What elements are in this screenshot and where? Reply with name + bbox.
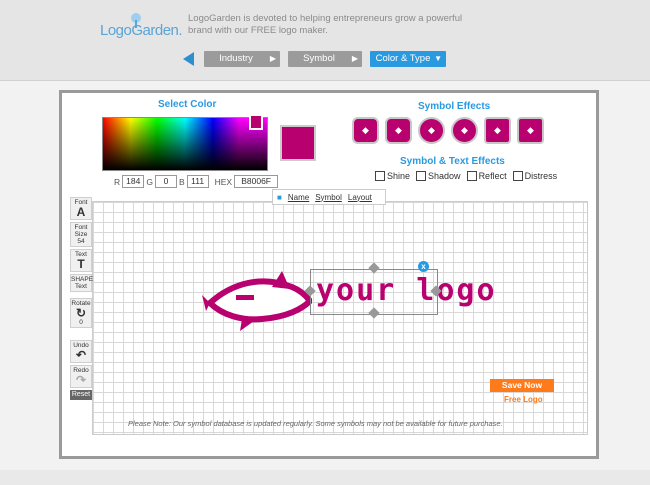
effect-distress-checkbox[interactable]: Distress [512, 171, 558, 181]
effect-badge-button[interactable]: ◆ [385, 117, 412, 144]
color-swatch [280, 125, 316, 161]
tagline: LogoGarden is devoted to helping entrepr… [188, 13, 463, 36]
hex-input[interactable]: B8006F [234, 175, 279, 188]
checkbox-icon [512, 171, 523, 181]
effect-circle-button[interactable]: ◆ [418, 117, 445, 144]
checkbox-icon [375, 171, 385, 181]
tool-label: Font Size [74, 224, 88, 238]
effect-star-button[interactable]: ◆ [484, 117, 511, 144]
option-label: Distress [524, 171, 558, 181]
undo-icon: ↶ [75, 348, 87, 362]
g-input[interactable]: 0 [154, 175, 177, 188]
effect-seal-button[interactable]: ◆ [451, 117, 478, 144]
save-now-button[interactable]: Save Now [490, 379, 554, 392]
canvas-tabs: ■ Name Symbol Layout [272, 189, 386, 205]
step-symbol[interactable]: Symbol ▶ [288, 51, 362, 67]
undo-tool[interactable]: Undo ↶ [70, 340, 92, 363]
text-tool[interactable]: Text T [70, 249, 92, 272]
step-label: Color & Type [375, 53, 431, 64]
symbol-note: Please Note: Our symbol database is upda… [128, 419, 503, 428]
b-label: B [178, 176, 185, 187]
r-label: R [114, 176, 121, 187]
effect-reflect-checkbox[interactable]: Reflect [466, 171, 507, 181]
fish-icon: ◆ [362, 125, 369, 135]
logogarden-logo[interactable]: LogoGarden. [100, 12, 183, 40]
text-box-icon: T [77, 257, 85, 271]
fish-icon: ◆ [494, 125, 501, 135]
step-label: Symbol [303, 53, 335, 64]
tab-layout[interactable]: Layout [348, 193, 372, 202]
tool-label: SHAPE Text [71, 276, 94, 290]
rotate-value[interactable]: 0 [71, 319, 91, 326]
close-icon[interactable]: x [418, 261, 429, 272]
effect-shield-button[interactable]: ◆ [352, 117, 379, 144]
rotate-tool[interactable]: Rotate ↻ 0 [70, 298, 92, 328]
tab-name[interactable]: Name [288, 193, 309, 202]
font-size-tool[interactable]: Font Size 54 [70, 222, 92, 247]
reset-button[interactable]: Reset [70, 390, 92, 400]
effect-shine-checkbox[interactable]: Shine [375, 171, 410, 181]
chevron-down-icon: ▼ [434, 54, 442, 63]
font-size-value: 54 [77, 238, 85, 245]
rotate-icon: ↻ [75, 306, 87, 320]
step-color-type[interactable]: Color & Type ▼ [370, 51, 446, 67]
font-tool[interactable]: Font A [70, 197, 92, 220]
logo-text: LogoGarden. [100, 22, 183, 39]
tab-symbol[interactable]: Symbol [315, 193, 342, 202]
fish-symbol[interactable] [202, 265, 312, 335]
b-input[interactable]: 111 [186, 175, 209, 188]
option-label: Shadow [428, 171, 461, 181]
hex-label: HEX [214, 176, 233, 187]
redo-icon: ↷ [75, 373, 87, 387]
option-label: Reflect [478, 171, 507, 181]
step-industry[interactable]: Industry ▶ [204, 51, 280, 67]
symbol-effects-list: ◆ ◆ ◆ ◆ ◆ ◆ [352, 117, 544, 144]
back-arrow-icon[interactable] [183, 52, 194, 66]
g-label: G [146, 176, 153, 187]
color-values: R 184 G 0 B 111 HEX B8006F [114, 175, 279, 188]
fish-icon: ◆ [461, 125, 468, 135]
top-bar: LogoGarden. LogoGarden is devoted to hel… [0, 0, 650, 81]
text-effects-options: Shine Shadow Reflect Distress [375, 171, 557, 181]
select-color-title: Select Color [158, 99, 217, 110]
font-icon: A [76, 205, 86, 219]
footer [0, 470, 650, 485]
fish-icon: ◆ [395, 125, 402, 135]
effect-shadow-checkbox[interactable]: Shadow [416, 171, 461, 181]
checkbox-icon [466, 171, 477, 181]
shape-text-tool[interactable]: SHAPE Text [70, 274, 94, 292]
editor-frame: Select Color R 184 G 0 B 111 HEX B8006F … [59, 90, 599, 459]
r-input[interactable]: 184 [122, 175, 145, 188]
step-label: Industry [219, 53, 253, 64]
chevron-right-icon: ▶ [269, 54, 276, 63]
color-picker-handle[interactable] [249, 114, 263, 130]
fish-icon: ◆ [527, 125, 534, 135]
camera-icon: ■ [277, 192, 282, 202]
effect-square-button[interactable]: ◆ [517, 117, 544, 144]
logo-text[interactable]: your logo [316, 273, 497, 308]
symbol-effects-title: Symbol Effects [418, 101, 491, 112]
text-effects-title: Symbol & Text Effects [400, 156, 505, 167]
option-label: Shine [387, 171, 411, 181]
chevron-right-icon: ▶ [351, 54, 358, 63]
color-picker[interactable] [102, 114, 268, 171]
fish-icon: ◆ [428, 125, 435, 135]
free-logo-link[interactable]: Free Logo [504, 395, 543, 404]
redo-tool[interactable]: Redo ↷ [70, 365, 92, 388]
tool-panel: Font A Font Size 54 Text T SHAPE Text Rotat… [70, 197, 94, 400]
checkbox-icon [416, 171, 427, 181]
